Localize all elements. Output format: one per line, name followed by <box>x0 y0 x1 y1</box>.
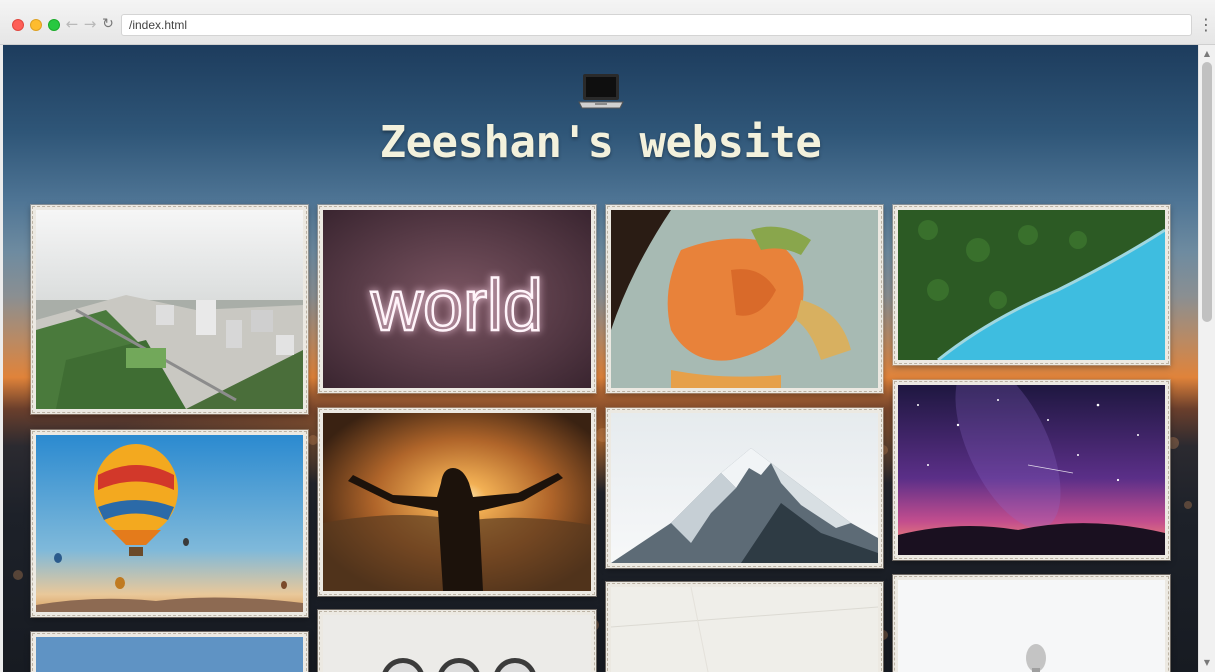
vertical-dots-icon[interactable]: ⋮ <box>1198 15 1214 35</box>
arrow-left-icon[interactable]: ← <box>64 16 80 32</box>
close-window-button[interactable] <box>12 19 24 31</box>
scroll-down-icon[interactable]: ▼ <box>1199 656 1215 670</box>
photo-man-sunset[interactable] <box>318 408 596 596</box>
minimize-window-button[interactable] <box>30 19 42 31</box>
laptop-emoji-icon <box>578 74 624 109</box>
scroll-up-icon[interactable]: ▲ <box>1199 47 1215 61</box>
address-bar[interactable]: /index.html <box>121 14 1192 36</box>
photo-clocks[interactable] <box>318 610 596 672</box>
browser-window: ← → ↻ /index.html ⋮ Zeeshan's website wo… <box>0 0 1215 672</box>
maximize-window-button[interactable] <box>48 19 60 31</box>
photo-snowy-mountain[interactable] <box>606 408 883 568</box>
photo-white-wall[interactable] <box>606 582 883 672</box>
scrollbar-thumb[interactable] <box>1202 62 1212 322</box>
photo-world-neon[interactable]: world <box>318 205 596 393</box>
site-title: Zeeshan's website <box>379 117 822 168</box>
photo-forest-lake[interactable] <box>893 205 1170 365</box>
photo-sky-blue-partial[interactable] <box>31 632 308 672</box>
browser-toolbar: ← → ↻ /index.html ⋮ <box>0 0 1215 45</box>
arrow-right-icon[interactable]: → <box>82 16 98 32</box>
photo-globe-europe[interactable] <box>606 205 883 393</box>
neon-sign-text: world <box>370 266 543 346</box>
reload-icon[interactable]: ↻ <box>100 16 116 32</box>
page-viewport: Zeeshan's website world <box>3 45 1198 672</box>
address-url: /index.html <box>129 18 188 32</box>
photo-telescope[interactable] <box>893 575 1170 672</box>
photo-city-aerial[interactable] <box>31 205 308 414</box>
page-scrollbar[interactable]: ▲ ▼ <box>1198 45 1215 672</box>
photo-hot-air-balloons[interactable] <box>31 430 308 617</box>
photo-milky-way[interactable] <box>893 380 1170 560</box>
